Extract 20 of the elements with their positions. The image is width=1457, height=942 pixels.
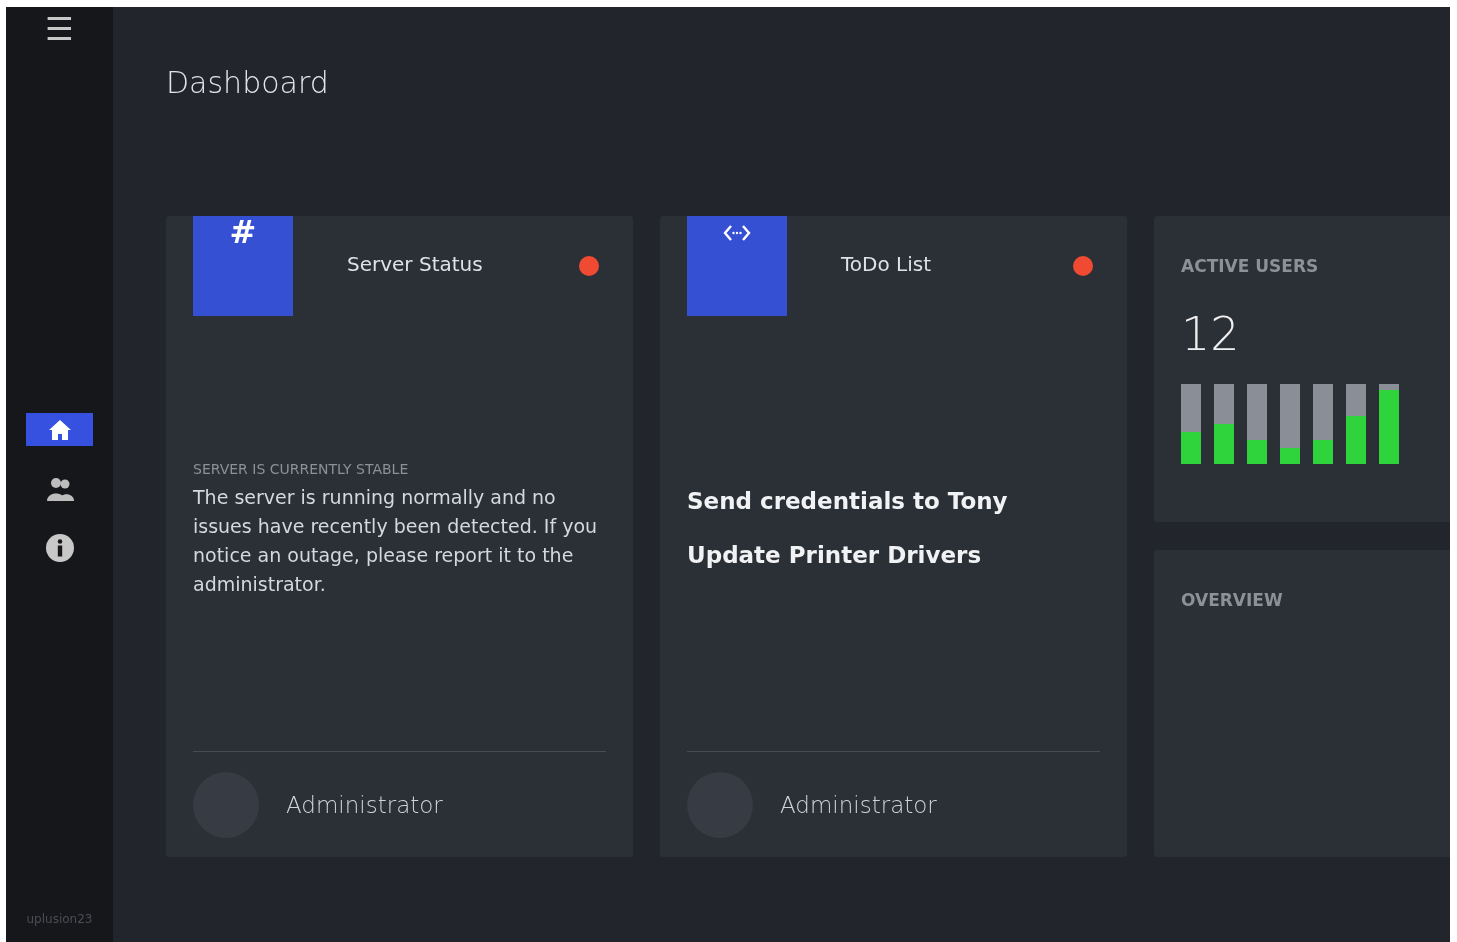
stat-label: ACTIVE USERS <box>1181 256 1320 276</box>
todo-item: Send credentials to Tony <box>687 488 1009 514</box>
info-icon <box>44 532 75 563</box>
home-icon <box>47 418 72 441</box>
username: uplusion23 <box>26 912 93 926</box>
card-title: Server Status <box>347 252 484 276</box>
page-title: Dashboard <box>166 64 330 102</box>
author-name: Administrator <box>286 791 443 818</box>
menu-button[interactable]: ☰ <box>41 13 78 45</box>
card-title: ToDo List <box>841 252 932 276</box>
code-icon <box>723 224 751 242</box>
overview-label: OVERVIEW <box>1181 590 1284 610</box>
hash-icon: # <box>229 216 257 248</box>
nav-item[interactable] <box>26 413 93 446</box>
users-icon <box>44 475 75 502</box>
status-label: SERVER IS CURRENTLY STABLE <box>193 461 410 477</box>
author-name: Administrator <box>780 791 937 818</box>
status-text: The server is running normally and no issues have recently been detected. If you notice an outage, please report it to the administrator. <box>193 485 599 597</box>
todo-item: Update Printer Drivers <box>687 542 983 568</box>
stat-value: 12 <box>1181 306 1241 362</box>
